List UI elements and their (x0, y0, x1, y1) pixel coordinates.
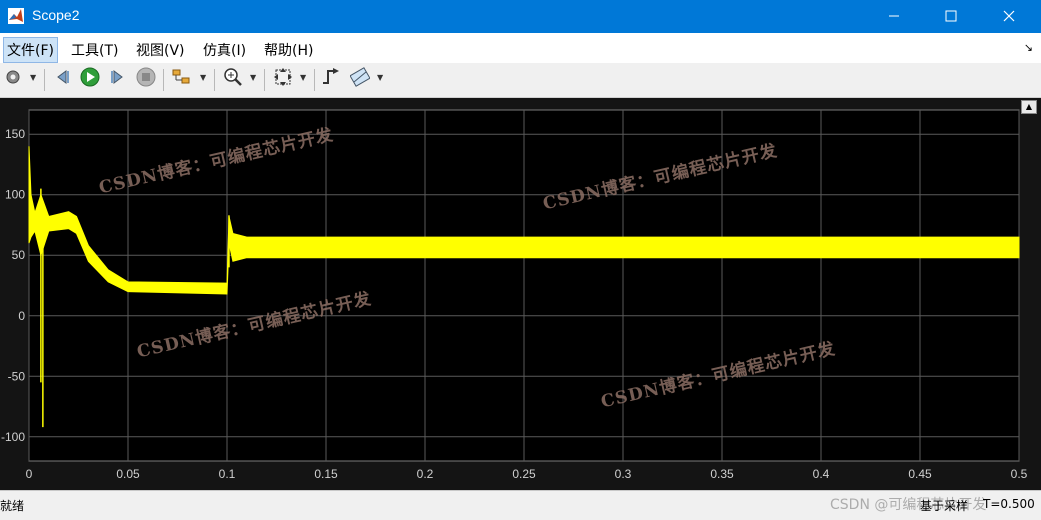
minimize-button[interactable] (871, 0, 917, 33)
x-tick-label: 0.15 (314, 467, 338, 481)
step-forward-icon (108, 68, 126, 90)
x-tick-label: 0.25 (512, 467, 536, 481)
measurements-dropdown-icon[interactable]: ▼ (377, 73, 383, 82)
y-tick-label: -50 (8, 369, 26, 383)
ruler-icon (349, 67, 371, 91)
menu-view[interactable]: 视图(V) (133, 39, 188, 61)
autoscale-dropdown-icon[interactable]: ▼ (300, 73, 306, 82)
settings-button[interactable] (2, 68, 24, 90)
scope-display[interactable]: 0 0.05 0.1 0.15 0.2 0.25 0.3 0.35 0.4 0.45 0.5 150 1… (0, 98, 1041, 490)
scope-plot[interactable]: 0 0.05 0.1 0.15 0.2 0.25 0.3 0.35 0.4 0.45 0.5 150 1… (0, 98, 1041, 490)
x-tick-label: 0.5 (1011, 467, 1028, 481)
x-tick-label: 0.1 (219, 467, 236, 481)
close-icon (1003, 7, 1015, 26)
x-tick-label: 0.2 (417, 467, 434, 481)
measurements-button[interactable] (349, 67, 371, 91)
play-icon (80, 67, 100, 91)
maximize-icon (945, 7, 957, 26)
x-tick-label: 0.4 (813, 467, 830, 481)
expand-legend-button[interactable]: ▲ (1021, 100, 1037, 114)
step-forward-button[interactable] (106, 68, 128, 90)
step-back-icon (54, 68, 72, 90)
window-title: Scope2 (32, 7, 80, 23)
sample-mode-label: 基于采样 (920, 499, 969, 513)
status-bar: 就绪 CSDN @可编程芯片开发 基于采样 T=0.500 (0, 490, 1041, 520)
toolbar: ▼ ▼ ▼ ▼ ▼ (0, 63, 1041, 98)
simulation-time: T=0.500 (983, 497, 1035, 511)
trigger-icon (321, 67, 341, 91)
y-tick-label: 0 (18, 309, 25, 323)
menu-help[interactable]: 帮助(H) (261, 39, 316, 61)
toolbar-separator (214, 69, 215, 91)
y-tick-label: 100 (5, 188, 25, 202)
toolbar-separator (264, 69, 265, 91)
menu-tools[interactable]: 工具(T) (68, 39, 121, 61)
x-tick-label: 0 (26, 467, 33, 481)
settings-dropdown-icon[interactable]: ▼ (30, 73, 36, 82)
triggers-button[interactable] (320, 68, 342, 90)
x-tick-label: 0.3 (615, 467, 632, 481)
x-tick-label: 0.05 (116, 467, 140, 481)
gear-icon (4, 68, 22, 90)
toolbar-separator (163, 69, 164, 91)
title-bar: Scope2 (0, 0, 1041, 33)
zoom-button[interactable] (222, 68, 244, 90)
signal-hierarchy-icon (171, 67, 191, 91)
toolbar-separator (44, 69, 45, 91)
stop-button[interactable] (135, 67, 157, 91)
close-button[interactable] (986, 0, 1032, 33)
zoom-in-icon (223, 67, 243, 91)
menu-file[interactable]: 文件(F) (3, 37, 58, 63)
menu-bar: 文件(F) 工具(T) 视图(V) 仿真(I) 帮助(H) ↘ (0, 33, 1041, 63)
status-text: 就绪 (0, 499, 25, 513)
zoom-dropdown-icon[interactable]: ▼ (250, 73, 256, 82)
y-tick-label: 150 (5, 127, 25, 141)
minimize-icon (888, 7, 900, 26)
stop-icon (136, 67, 156, 91)
x-tick-label: 0.35 (710, 467, 734, 481)
dock-arrow-icon[interactable]: ↘ (1024, 41, 1033, 54)
signal-dropdown-icon[interactable]: ▼ (200, 73, 206, 82)
y-tick-label: -100 (1, 430, 25, 444)
matlab-logo-icon (8, 8, 24, 24)
menu-simulation[interactable]: 仿真(I) (200, 39, 249, 61)
run-button[interactable] (79, 67, 101, 91)
signal-selector-button[interactable] (170, 68, 192, 90)
x-tick-label: 0.45 (908, 467, 932, 481)
toolbar-separator (314, 69, 315, 91)
step-back-button[interactable] (52, 68, 74, 90)
y-tick-label: 50 (12, 248, 26, 262)
autoscale-button[interactable] (272, 68, 294, 90)
autoscale-icon (273, 67, 293, 91)
maximize-button[interactable] (928, 0, 974, 33)
